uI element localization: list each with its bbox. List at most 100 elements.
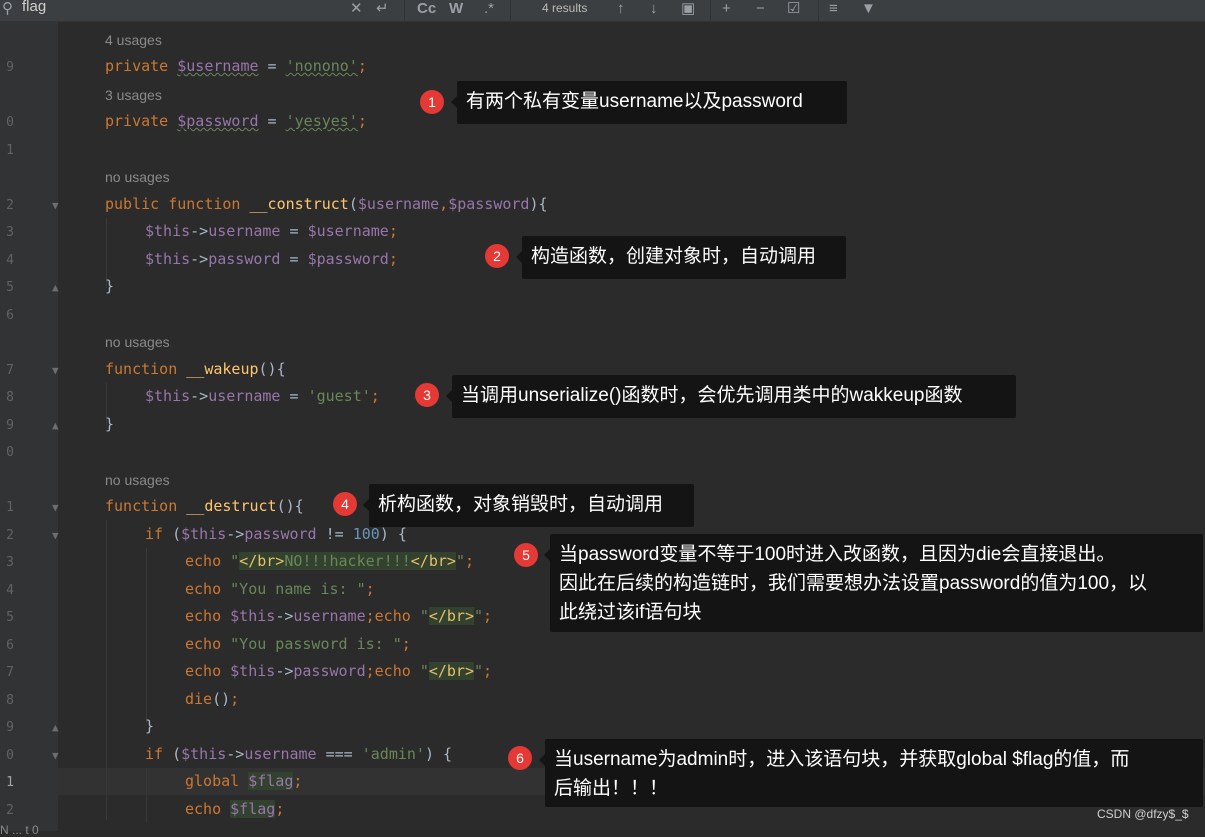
variable: $this — [181, 525, 227, 543]
select-all-occurrences-icon[interactable]: ☑ — [787, 0, 800, 21]
variable: $flag — [230, 800, 276, 818]
line-number: 6 — [6, 308, 14, 323]
keyword: public — [105, 195, 160, 213]
fold-icon[interactable]: ▼ — [52, 364, 59, 377]
function-name: __wakeup — [186, 360, 259, 378]
code-line[interactable]: if ($this->username === 'admin') { — [145, 745, 452, 763]
keyword: if — [145, 525, 164, 543]
keyword: echo — [185, 800, 222, 818]
fold-icon[interactable]: ▼ — [52, 529, 59, 542]
variable: $password — [448, 195, 530, 213]
usage-hint[interactable]: no usages — [105, 169, 170, 185]
open-in-window-icon[interactable]: ▣ — [681, 0, 695, 21]
code-line[interactable]: } — [105, 415, 114, 433]
code-line[interactable]: echo "You name is: "; — [185, 580, 375, 598]
variable: $flag — [248, 772, 294, 790]
line-number: 5 — [6, 280, 14, 295]
new-line-icon[interactable]: ↵ — [376, 0, 389, 21]
match-case-toggle[interactable]: Cc — [417, 0, 436, 21]
usage-hint[interactable]: no usages — [105, 472, 170, 488]
filter-icon[interactable]: ▼ — [861, 0, 876, 21]
code-line[interactable]: function __wakeup(){ — [105, 360, 286, 378]
annotation-callout: 析构函数，对象销毁时，自动调用 — [363, 484, 694, 527]
line-number: 2 — [6, 803, 14, 818]
code-line[interactable]: echo "</br>NO!!!hacker!!!</br>"; — [185, 552, 474, 570]
line-number: 4 — [6, 253, 14, 268]
watermark: CSDN @dfzy$_$ — [1097, 807, 1189, 821]
string-literal: "You password is: " — [230, 635, 402, 653]
string-literal: "You name is: " — [230, 580, 366, 598]
previous-occurrence-icon[interactable]: ↑ — [617, 0, 625, 21]
search-icon[interactable]: ⚲ — [2, 0, 13, 21]
line-number: 2 — [6, 198, 14, 213]
code-line[interactable]: echo $this->username;echo "</br>"; — [185, 607, 492, 625]
variable: $username — [177, 57, 259, 75]
property: password — [208, 250, 281, 268]
property: username — [208, 387, 281, 405]
string-literal: 'admin' — [361, 745, 425, 763]
add-occurrence-icon[interactable]: + — [722, 0, 731, 21]
keyword: private — [105, 57, 169, 75]
code-line[interactable]: global $flag; — [185, 772, 302, 790]
html-tag: </br> — [428, 607, 474, 625]
variable: $this — [230, 662, 276, 680]
code-line[interactable]: $this->username = 'guest'; — [145, 387, 380, 405]
indent-guide — [106, 520, 107, 820]
usage-hint[interactable]: no usages — [105, 334, 170, 350]
regex-toggle[interactable]: .* — [484, 0, 494, 21]
code-line[interactable]: private $password = 'yesyes'; — [105, 112, 367, 130]
code-line[interactable]: $this->password = $password; — [145, 250, 398, 268]
sort-icon[interactable]: ≡ — [829, 0, 838, 21]
code-line[interactable]: } — [105, 277, 114, 295]
keyword: echo — [374, 607, 411, 625]
line-number: 0 — [6, 748, 14, 763]
annotation-callout: 当password变量不等于100时进入改函数，且因为die会直接退出。 因此在… — [544, 534, 1203, 632]
fold-icon[interactable]: ▲ — [52, 721, 59, 734]
fold-icon[interactable]: ▼ — [52, 199, 59, 212]
fold-icon[interactable]: ▼ — [52, 501, 59, 514]
keyword: echo — [374, 662, 411, 680]
function-name: __destruct — [186, 497, 277, 515]
code-line[interactable]: $this->username = $username; — [145, 222, 398, 240]
divider — [404, 0, 405, 21]
code-line[interactable]: echo $this->password;echo "</br>"; — [185, 662, 492, 680]
string-literal: 'yesyes' — [285, 112, 358, 130]
property: password — [293, 662, 366, 680]
code-line[interactable]: public function __construct($username,$p… — [105, 195, 548, 213]
keyword: echo — [185, 607, 222, 625]
variable: $password — [177, 112, 259, 130]
code-line[interactable]: } — [145, 717, 154, 735]
code-line[interactable]: die(); — [185, 690, 239, 708]
fold-icon[interactable]: ▲ — [52, 419, 59, 432]
callout-line: 当password变量不等于100时进入改函数，且因为die会直接退出。 — [559, 544, 1116, 565]
remove-occurrence-icon[interactable]: − — [756, 0, 765, 21]
divider — [510, 0, 511, 21]
keyword: echo — [185, 552, 222, 570]
line-number: 1 — [6, 500, 14, 515]
code-line[interactable]: if ($this->password != 100) { — [145, 525, 407, 543]
function-name: __construct — [249, 195, 349, 213]
variable: $this — [145, 250, 191, 268]
keyword: echo — [185, 662, 222, 680]
code-line[interactable]: function __destruct(){ — [105, 497, 304, 515]
usage-hint[interactable]: 3 usages — [105, 87, 162, 103]
fold-icon[interactable]: ▼ — [52, 749, 59, 762]
line-number: 3 — [6, 555, 14, 570]
annotation-badge: 1 — [420, 90, 444, 114]
code-line[interactable]: private $username = 'nonono'; — [105, 57, 367, 75]
keyword: function — [105, 360, 178, 378]
whole-words-toggle[interactable]: W — [449, 0, 463, 21]
fold-icon[interactable]: ▲ — [52, 281, 59, 294]
line-number: 9 — [6, 720, 14, 735]
keyword: die — [185, 690, 213, 708]
next-occurrence-icon[interactable]: ↓ — [650, 0, 658, 21]
code-line[interactable]: echo "You password is: "; — [185, 635, 411, 653]
property: password — [244, 525, 317, 543]
variable: $this — [145, 222, 191, 240]
clear-search-icon[interactable]: ✕ — [350, 0, 363, 21]
indent-guide — [146, 768, 147, 823]
search-input[interactable]: flag — [22, 0, 46, 15]
code-line[interactable]: echo $flag; — [185, 800, 284, 818]
number-literal: 100 — [352, 525, 380, 543]
usage-hint[interactable]: 4 usages — [105, 32, 162, 48]
